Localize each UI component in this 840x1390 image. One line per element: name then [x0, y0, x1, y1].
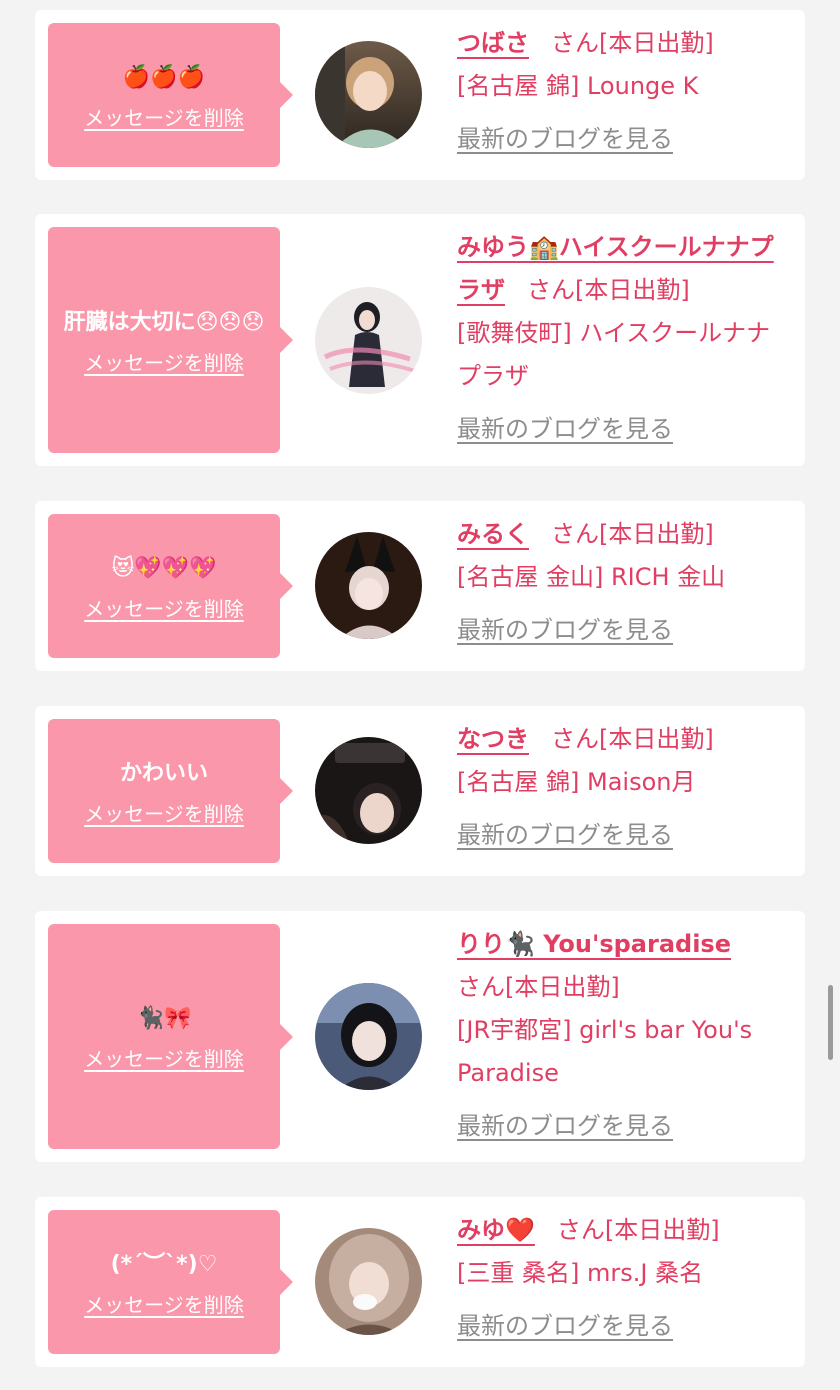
shop-location: [名古屋 錦] Maison月 — [457, 768, 696, 796]
girl-info: みゆ❤️ さん[本日出勤] [三重 桑名] mrs.J 桑名 最新のブログを見る — [457, 1209, 792, 1348]
latest-blog-link[interactable]: 最新のブログを見る — [457, 814, 792, 857]
favorite-card: (*´︶`*)♡ メッセージを削除 みゆ❤️ さん[本日出勤] [三重 桑名] m… — [35, 1197, 805, 1367]
favorite-card: 🍎🍎🍎 メッセージを削除 つばさ さん[本日出勤] [名古屋 錦] Lounge … — [35, 10, 805, 180]
message-bubble: 😻💖💖💖 メッセージを削除 — [48, 514, 293, 658]
message-text: 😻💖💖💖 — [111, 555, 217, 581]
avatar[interactable] — [315, 983, 422, 1090]
girl-name-link[interactable]: みゆ❤️ — [457, 1216, 535, 1244]
message-bubble: (*´︶`*)♡ メッセージを削除 — [48, 1210, 293, 1354]
latest-blog-link[interactable]: 最新のブログを見る — [457, 1305, 792, 1348]
delete-message-link[interactable]: メッセージを削除 — [84, 1289, 244, 1318]
favorite-card: 肝臓は大切に😞😞😞 メッセージを削除 みゆう🏫ハイスクールナナプラザ さん[本日出… — [35, 214, 805, 466]
shop-location: [JR宇都宮] girl's bar You's Paradise — [457, 1016, 753, 1087]
message-bubble: 肝臓は大切に😞😞😞 メッセージを削除 — [48, 227, 293, 453]
status-text: さん[本日出勤] — [556, 1216, 720, 1244]
delete-message-link[interactable]: メッセージを削除 — [84, 1043, 244, 1072]
girl-info: みゆう🏫ハイスクールナナプラザ さん[本日出勤] [歌舞伎町] ハイスクールナナプ… — [457, 226, 792, 451]
avatar[interactable] — [315, 1228, 422, 1335]
message-bubble: かわいい メッセージを削除 — [48, 719, 293, 863]
favorite-card: 😻💖💖💖 メッセージを削除 みるく さん[本日出勤] [名古屋 金山] RICH … — [35, 501, 805, 671]
avatar[interactable] — [315, 737, 422, 844]
girl-name-link[interactable]: りり🐈‍⬛ You'sparadise — [457, 930, 731, 958]
status-text: さん[本日出勤] — [551, 725, 714, 753]
scrollbar[interactable] — [828, 985, 833, 1060]
latest-blog-link[interactable]: 最新のブログを見る — [457, 609, 792, 652]
message-text: かわいい — [119, 760, 208, 786]
girl-name-link[interactable]: みるく — [457, 520, 529, 548]
girl-info: なつき さん[本日出勤] [名古屋 錦] Maison月 最新のブログを見る — [457, 718, 792, 857]
message-bubble: 🍎🍎🍎 メッセージを削除 — [48, 23, 293, 167]
message-text: 肝臓は大切に😞😞😞 — [63, 309, 265, 335]
message-bubble: 🐈‍⬛🎀 メッセージを削除 — [48, 924, 293, 1149]
delete-message-link[interactable]: メッセージを削除 — [84, 102, 244, 131]
girl-info: りり🐈‍⬛ You'sparadise さん[本日出勤] [JR宇都宮] gir… — [457, 923, 792, 1148]
delete-message-link[interactable]: メッセージを削除 — [84, 593, 244, 622]
shop-location: [名古屋 錦] Lounge K — [457, 72, 699, 100]
latest-blog-link[interactable]: 最新のブログを見る — [457, 118, 792, 161]
latest-blog-link[interactable]: 最新のブログを見る — [457, 1105, 792, 1148]
favorite-card: 🐈‍⬛🎀 メッセージを削除 りり🐈‍⬛ You'sparadise さん[本日出… — [35, 911, 805, 1162]
latest-blog-link[interactable]: 最新のブログを見る — [457, 408, 792, 451]
message-text: (*´︶`*)♡ — [110, 1251, 218, 1277]
shop-location: [名古屋 金山] RICH 金山 — [457, 563, 726, 591]
status-text: さん[本日出勤] — [457, 973, 620, 1001]
girl-info: みるく さん[本日出勤] [名古屋 金山] RICH 金山 最新のブログを見る — [457, 513, 792, 652]
shop-location: [三重 桑名] mrs.J 桑名 — [457, 1259, 704, 1287]
status-text: さん[本日出勤] — [527, 276, 690, 304]
avatar[interactable] — [315, 532, 422, 639]
message-text: 🍎🍎🍎 — [122, 64, 206, 90]
delete-message-link[interactable]: メッセージを削除 — [84, 347, 244, 376]
avatar[interactable] — [315, 41, 422, 148]
girl-info: つばさ さん[本日出勤] [名古屋 錦] Lounge K 最新のブログを見る — [457, 22, 792, 161]
status-text: さん[本日出勤] — [551, 29, 714, 57]
avatar[interactable] — [315, 287, 422, 394]
delete-message-link[interactable]: メッセージを削除 — [84, 798, 244, 827]
favorite-card: かわいい メッセージを削除 なつき さん[本日出勤] [名古屋 錦] Maison… — [35, 706, 805, 876]
girl-name-link[interactable]: なつき — [457, 725, 529, 753]
shop-location: [歌舞伎町] ハイスクールナナプラザ — [457, 319, 771, 390]
message-text: 🐈‍⬛🎀 — [136, 1006, 192, 1031]
status-text: さん[本日出勤] — [551, 520, 714, 548]
girl-name-link[interactable]: つばさ — [457, 29, 529, 57]
